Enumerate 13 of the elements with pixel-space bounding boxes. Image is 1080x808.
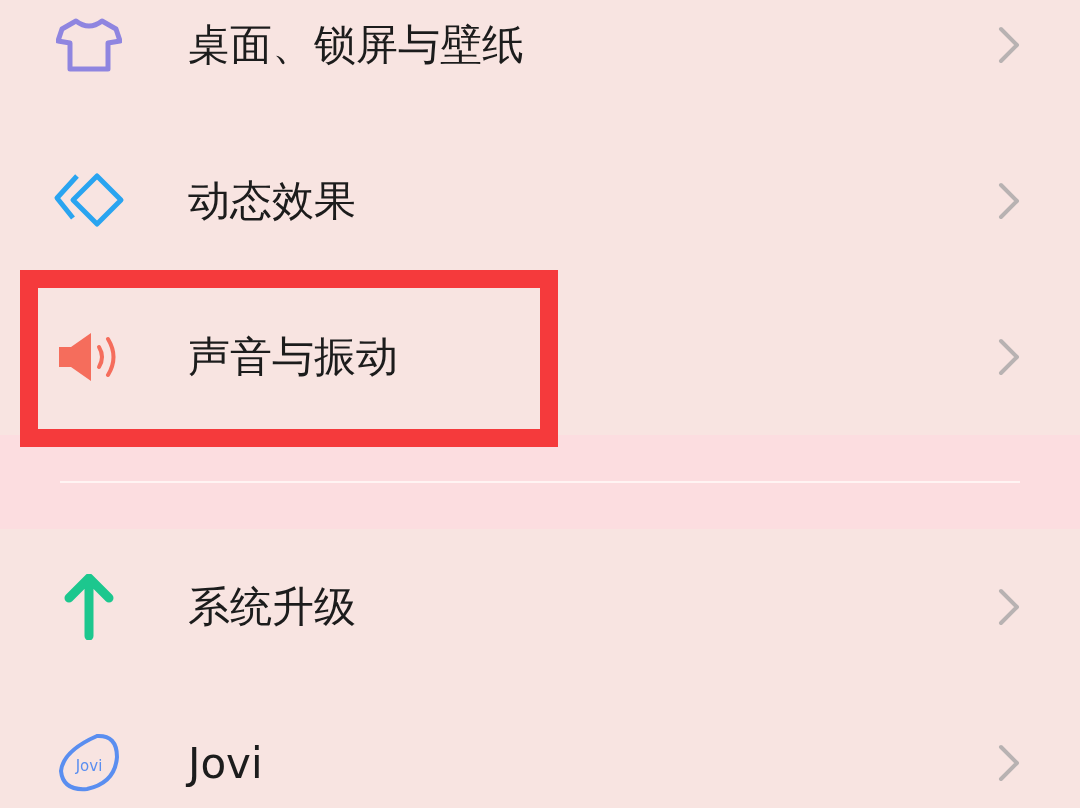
chevron-right-icon [998,588,1020,626]
chevron-right-icon [998,182,1020,220]
up-arrow-icon [63,574,115,640]
shirt-icon [56,17,122,73]
diamond-icon [53,172,125,230]
setting-label[interactable]: 声音与振动 [188,329,998,385]
jovi-logo-icon: Jovi [57,733,121,793]
setting-label[interactable]: 系统升级 [188,579,998,635]
chevron-right-icon [998,26,1020,64]
chevron-right-icon [998,744,1020,782]
chevron-right-icon [998,338,1020,376]
setting-label[interactable]: 动态效果 [188,173,998,229]
setting-label[interactable]: 桌面、锁屏与壁纸 [188,17,998,73]
